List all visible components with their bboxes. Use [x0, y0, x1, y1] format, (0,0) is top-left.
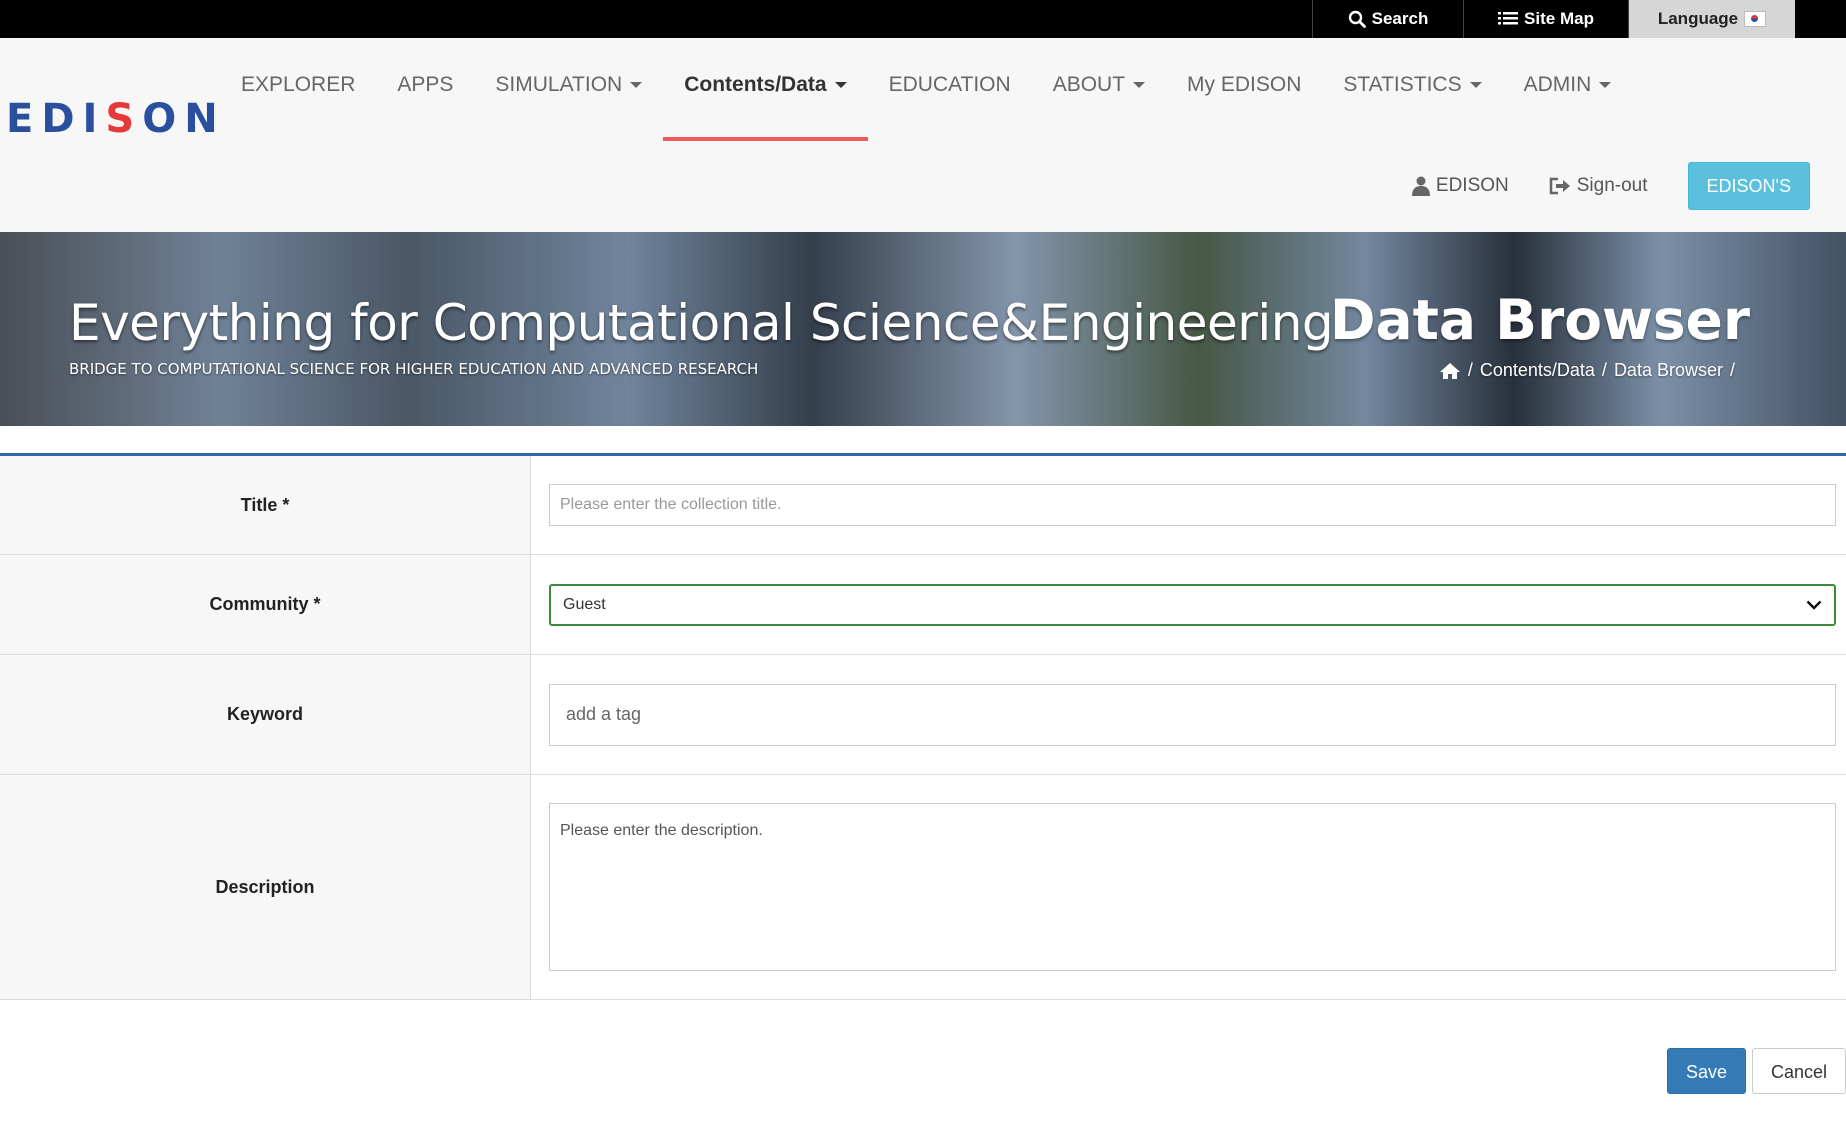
nav-education[interactable]: EDUCATION [868, 38, 1032, 138]
logo-text-s: S [105, 96, 143, 142]
edison-logo[interactable]: EDISON [6, 68, 218, 168]
utility-bar: Search Site Map Language [0, 0, 1846, 38]
title-field-cell: Please enter the collection title. [531, 456, 1846, 554]
keyword-label: Keyword [0, 655, 531, 774]
cancel-button[interactable]: Cancel [1751, 1048, 1846, 1094]
nav-statistics[interactable]: STATISTICS [1322, 38, 1502, 138]
description-field-cell: Please enter the description. [531, 775, 1846, 999]
user-name: EDISON [1435, 175, 1509, 196]
nav-apps[interactable]: APPS [376, 38, 474, 138]
community-select[interactable]: Guest [549, 583, 1836, 626]
main-nav: EXPLORER APPS SIMULATION Contents/Data E… [220, 38, 1633, 141]
korea-flag-icon [1744, 11, 1767, 27]
community-label: Community * [0, 555, 531, 654]
nav-label: EXPLORER [241, 73, 356, 96]
page-banner: Everything for Computational Science&Eng… [0, 232, 1846, 426]
breadcrumb-data-browser[interactable]: Data Browser [1614, 360, 1723, 381]
search-icon [1348, 10, 1366, 28]
sign-out-label: Sign-out [1576, 175, 1648, 196]
language-selector[interactable]: Language [1628, 0, 1795, 38]
logo-text-pre: EDI [6, 96, 106, 142]
nav-admin[interactable]: ADMIN [1503, 38, 1633, 138]
sitemap-link[interactable]: Site Map [1463, 0, 1628, 38]
home-icon[interactable] [1439, 362, 1461, 380]
title-label: Title * [0, 456, 531, 554]
form-row-keyword: Keyword add a tag [0, 655, 1846, 775]
banner-subtitle: BRIDGE TO COMPUTATIONAL SCIENCE FOR HIGH… [69, 360, 759, 378]
collection-form: Title * Please enter the collection titl… [0, 453, 1846, 1000]
sitemap-label: Site Map [1524, 9, 1594, 28]
title-input[interactable]: Please enter the collection title. [549, 484, 1836, 526]
caret-down-icon [1469, 82, 1482, 89]
breadcrumb-contents-data[interactable]: Contents/Data [1480, 360, 1595, 381]
description-label: Description [0, 775, 531, 999]
nav-label: SIMULATION [495, 73, 623, 96]
sign-out-link[interactable]: Sign-out [1549, 175, 1648, 197]
nav-label: Contents/Data [684, 73, 827, 96]
nav-label: My EDISON [1187, 73, 1302, 96]
nav-my-edison[interactable]: My EDISON [1166, 38, 1322, 138]
form-row-title: Title * Please enter the collection titl… [0, 456, 1846, 555]
form-row-description: Description Please enter the description… [0, 775, 1846, 1000]
breadcrumb-separator: / [1729, 360, 1735, 380]
language-label: Language [1657, 9, 1739, 28]
community-field-cell: Guest [531, 555, 1846, 654]
community-value: Guest [563, 595, 606, 613]
logo-text-post: ON [142, 96, 226, 142]
keyword-placeholder: add a tag [566, 704, 642, 724]
nav-label: ADMIN [1523, 73, 1592, 96]
form-row-community: Community * Guest [0, 555, 1846, 655]
breadcrumb-separator: / [1467, 360, 1473, 380]
page-title: Data Browser [1329, 288, 1750, 352]
caret-down-icon [630, 82, 643, 89]
chevron-down-icon [1806, 600, 1822, 610]
nav-contents-data[interactable]: Contents/Data [663, 38, 868, 141]
nav-label: STATISTICS [1343, 73, 1462, 96]
keyword-tag-input[interactable]: add a tag [549, 683, 1836, 746]
list-icon [1498, 12, 1519, 25]
search-label: Search [1371, 9, 1429, 28]
nav-label: APPS [397, 73, 454, 96]
nav-label: ABOUT [1052, 73, 1126, 96]
banner-title: Everything for Computational Science&Eng… [69, 294, 1334, 352]
logo-text: EDISON [6, 96, 226, 142]
site-header: EDISON EXPLORER APPS SIMULATION Contents… [0, 38, 1846, 232]
edisons-button[interactable]: EDISON'S [1687, 162, 1810, 210]
form-actions: Save Cancel [1666, 1048, 1846, 1094]
user-icon [1411, 176, 1430, 196]
nav-about[interactable]: ABOUT [1032, 38, 1166, 138]
nav-label: EDUCATION [888, 73, 1011, 96]
description-textarea[interactable]: Please enter the description. [549, 803, 1836, 971]
save-button[interactable]: Save [1666, 1048, 1746, 1094]
user-profile-link[interactable]: EDISON [1411, 175, 1509, 197]
keyword-field-cell: add a tag [531, 655, 1846, 774]
user-bar: EDISON Sign-out EDISON'S [1411, 162, 1810, 210]
nav-explorer[interactable]: EXPLORER [220, 38, 376, 138]
nav-simulation[interactable]: SIMULATION [474, 38, 663, 138]
description-placeholder: Please enter the description. [560, 822, 763, 839]
breadcrumb-separator: / [1601, 360, 1607, 380]
caret-down-icon [1599, 82, 1612, 89]
caret-down-icon [1133, 82, 1146, 89]
sign-out-icon [1549, 177, 1570, 195]
breadcrumb: / Contents/Data / Data Browser / [1439, 360, 1742, 381]
caret-down-icon [834, 82, 847, 89]
search-link[interactable]: Search [1312, 0, 1463, 38]
title-placeholder: Please enter the collection title. [560, 496, 782, 513]
